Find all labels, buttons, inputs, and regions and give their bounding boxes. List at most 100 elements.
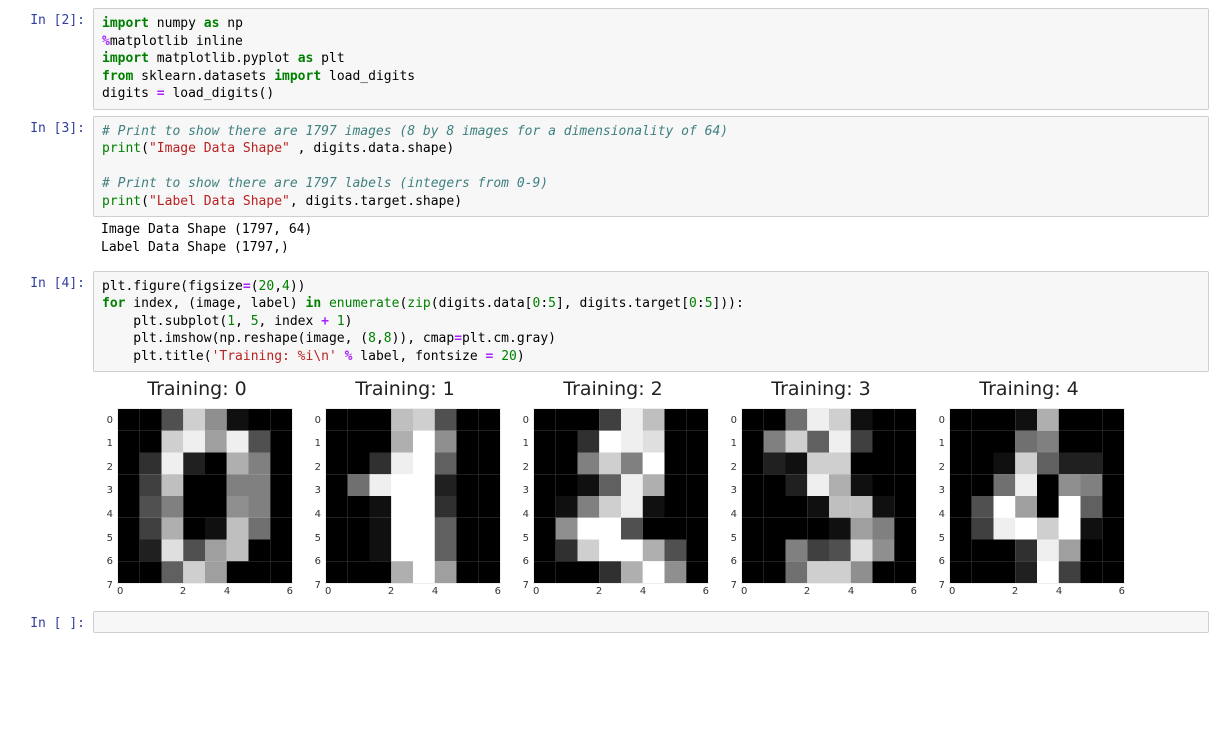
tick-label: 0 <box>117 586 161 597</box>
tick-label: 5 <box>725 526 737 550</box>
input-prompt: In [2]: <box>8 8 93 29</box>
cell-body: plt.figure(figsize=(20,4)) for index, (i… <box>93 271 1209 606</box>
tick-label: 6 <box>873 586 917 597</box>
tick-label: 2 <box>161 586 205 597</box>
code-cell: In [2]: import numpy as np %matplotlib i… <box>8 8 1209 110</box>
subplot-title: Training: 4 <box>979 378 1079 400</box>
tick-label: 0 <box>741 586 785 597</box>
subplot: Training: 1012345670246 <box>309 378 501 597</box>
tick-label: 4 <box>933 503 945 527</box>
tick-label: 4 <box>101 503 113 527</box>
tick-label: 3 <box>725 479 737 503</box>
tick-label: 0 <box>725 408 737 432</box>
tick-label: 4 <box>829 586 873 597</box>
subplot: Training: 0012345670246 <box>101 378 293 597</box>
stdout-output: Image Data Shape (1797, 64) Label Data S… <box>93 217 1209 264</box>
tick-label: 7 <box>309 574 321 598</box>
x-ticks: 0246 <box>741 586 917 597</box>
tick-label: 7 <box>517 574 529 598</box>
tick-label: 3 <box>309 479 321 503</box>
x-ticks: 0246 <box>117 586 293 597</box>
tick-label: 1 <box>725 432 737 456</box>
subplot-title: Training: 2 <box>563 378 663 400</box>
tick-label: 2 <box>993 586 1037 597</box>
tick-label: 0 <box>325 586 369 597</box>
tick-label: 5 <box>517 526 529 550</box>
digit-image <box>117 408 293 584</box>
y-ticks: 01234567 <box>725 408 737 597</box>
tick-label: 6 <box>933 550 945 574</box>
subplot: Training: 2012345670246 <box>517 378 709 597</box>
input-prompt: In [ ]: <box>8 611 93 632</box>
tick-label: 4 <box>205 586 249 597</box>
code-editor[interactable]: plt.figure(figsize=(20,4)) for index, (i… <box>93 271 1209 373</box>
tick-label: 2 <box>517 456 529 480</box>
tick-label: 2 <box>101 456 113 480</box>
y-ticks: 01234567 <box>101 408 113 597</box>
tick-label: 1 <box>101 432 113 456</box>
code-cell: In [4]: plt.figure(figsize=(20,4)) for i… <box>8 271 1209 606</box>
tick-label: 6 <box>665 586 709 597</box>
tick-label: 7 <box>725 574 737 598</box>
tick-label: 7 <box>101 574 113 598</box>
tick-label: 0 <box>309 408 321 432</box>
tick-label: 5 <box>309 526 321 550</box>
tick-label: 0 <box>949 586 993 597</box>
digit-image <box>741 408 917 584</box>
tick-label: 6 <box>725 550 737 574</box>
code-editor[interactable]: import numpy as np %matplotlib inline im… <box>93 8 1209 110</box>
subplot: Training: 4012345670246 <box>933 378 1125 597</box>
tick-label: 6 <box>457 586 501 597</box>
tick-label: 0 <box>933 408 945 432</box>
jupyter-notebook: In [2]: import numpy as np %matplotlib i… <box>0 0 1217 647</box>
cell-body <box>93 611 1209 633</box>
tick-label: 1 <box>933 432 945 456</box>
tick-label: 6 <box>249 586 293 597</box>
tick-label: 1 <box>309 432 321 456</box>
axes: 012345670246 <box>933 408 1125 597</box>
subplot-title: Training: 1 <box>355 378 455 400</box>
tick-label: 3 <box>101 479 113 503</box>
tick-label: 2 <box>933 456 945 480</box>
tick-label: 2 <box>369 586 413 597</box>
tick-label: 2 <box>725 456 737 480</box>
cell-body: # Print to show there are 1797 images (8… <box>93 116 1209 265</box>
axes: 012345670246 <box>309 408 501 597</box>
tick-label: 0 <box>101 408 113 432</box>
tick-label: 3 <box>517 479 529 503</box>
tick-label: 4 <box>517 503 529 527</box>
y-ticks: 01234567 <box>933 408 945 597</box>
tick-label: 6 <box>517 550 529 574</box>
code-cell: In [3]: # Print to show there are 1797 i… <box>8 116 1209 265</box>
code-editor[interactable]: # Print to show there are 1797 images (8… <box>93 116 1209 218</box>
digit-image <box>325 408 501 584</box>
y-ticks: 01234567 <box>517 408 529 597</box>
digit-image <box>949 408 1125 584</box>
tick-label: 2 <box>785 586 829 597</box>
axes: 012345670246 <box>101 408 293 597</box>
tick-label: 0 <box>517 408 529 432</box>
input-prompt: In [4]: <box>8 271 93 292</box>
subplot-title: Training: 3 <box>771 378 871 400</box>
x-ticks: 0246 <box>325 586 501 597</box>
tick-label: 5 <box>933 526 945 550</box>
subplot: Training: 3012345670246 <box>725 378 917 597</box>
tick-label: 6 <box>1081 586 1125 597</box>
input-prompt: In [3]: <box>8 116 93 137</box>
tick-label: 1 <box>517 432 529 456</box>
digit-image <box>533 408 709 584</box>
tick-label: 3 <box>933 479 945 503</box>
code-editor[interactable] <box>93 611 1209 633</box>
tick-label: 4 <box>309 503 321 527</box>
cell-body: import numpy as np %matplotlib inline im… <box>93 8 1209 110</box>
code-cell: In [ ]: <box>8 611 1209 633</box>
tick-label: 2 <box>309 456 321 480</box>
tick-label: 4 <box>725 503 737 527</box>
tick-label: 4 <box>413 586 457 597</box>
tick-label: 7 <box>933 574 945 598</box>
tick-label: 2 <box>577 586 621 597</box>
tick-label: 5 <box>101 526 113 550</box>
tick-label: 4 <box>621 586 665 597</box>
tick-label: 6 <box>309 550 321 574</box>
tick-label: 4 <box>1037 586 1081 597</box>
